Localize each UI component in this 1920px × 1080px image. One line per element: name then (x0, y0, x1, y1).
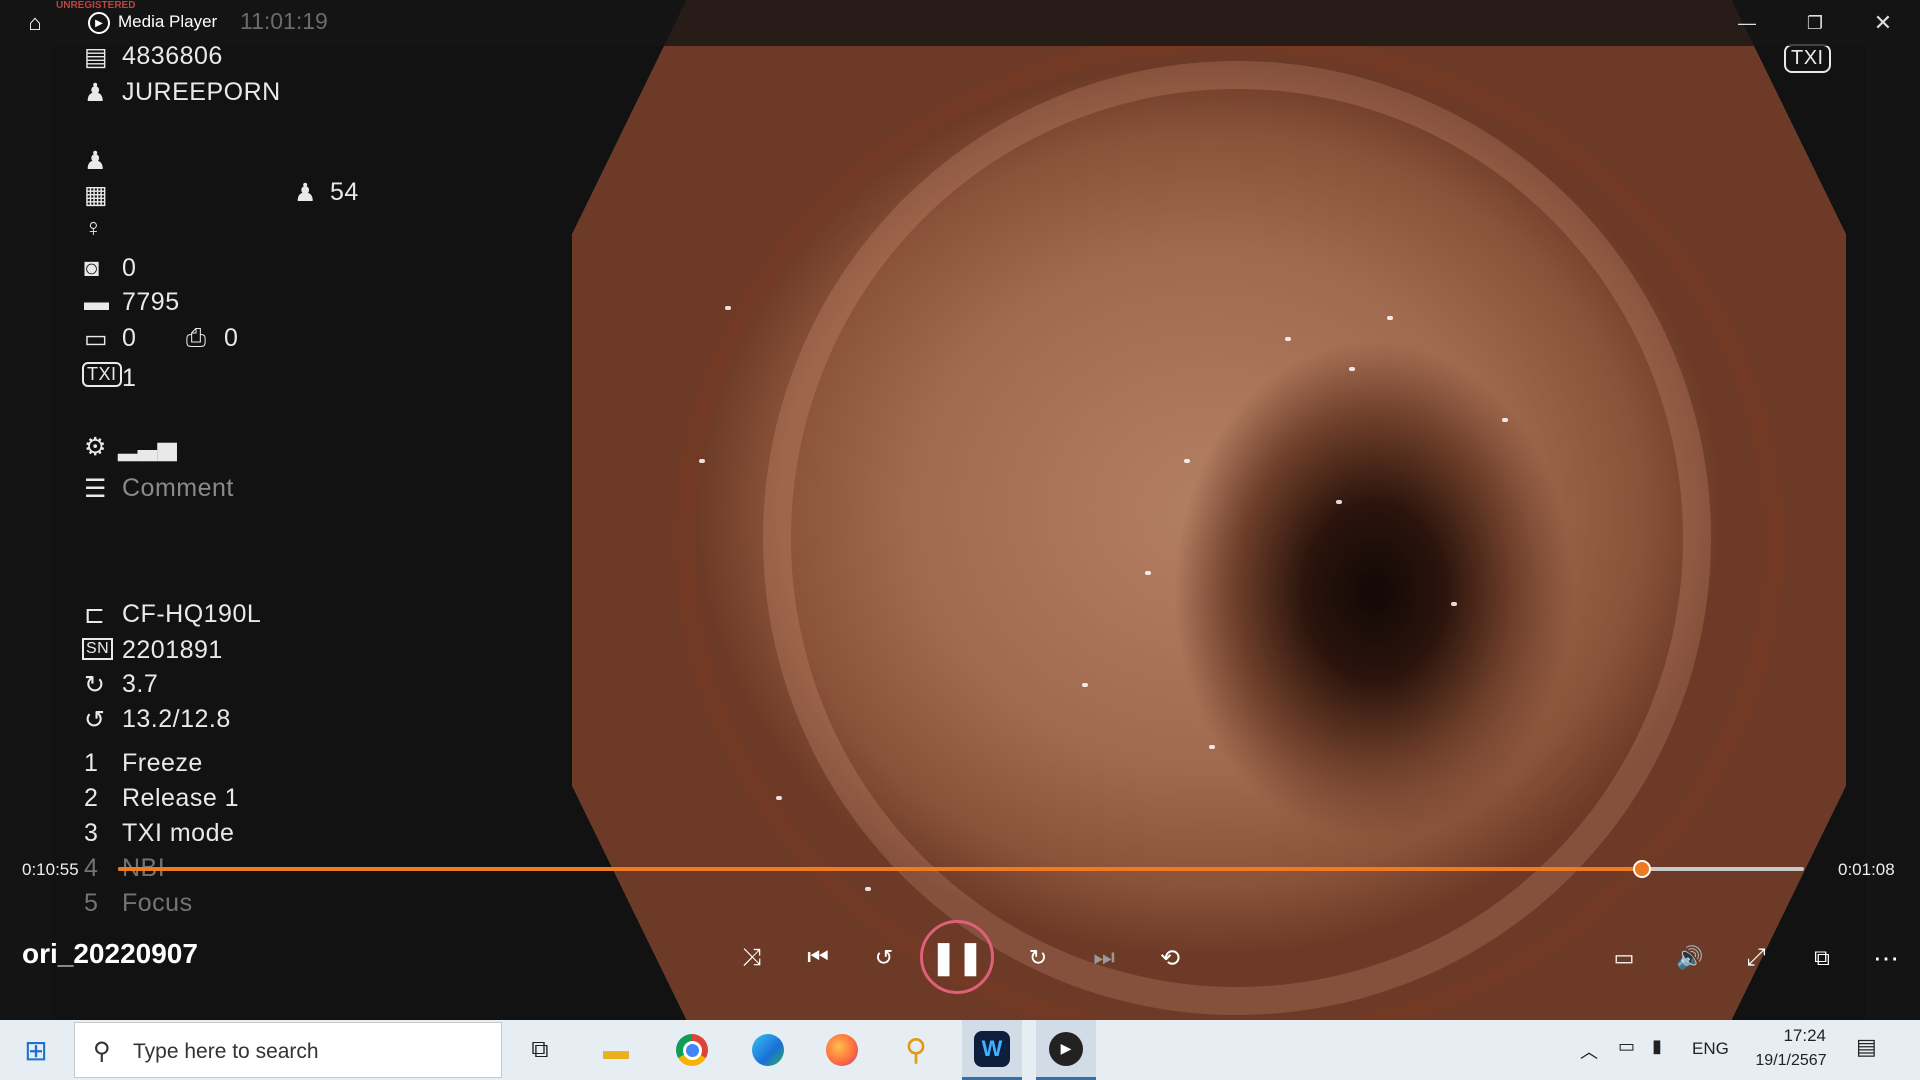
scope-model: CF-HQ190L (122, 600, 262, 628)
rewind-10-icon[interactable]: ↺ (864, 938, 904, 978)
fullscreen-icon[interactable]: ⤢ (1736, 938, 1776, 978)
forward-30-icon[interactable]: ↻ (1018, 938, 1058, 978)
comment-icon: ☰ (84, 475, 107, 503)
minimize-icon[interactable]: — (1724, 8, 1770, 38)
show-hidden-icons-icon[interactable]: ︿ (1580, 1038, 1598, 1064)
magnifier-app-icon[interactable]: ⚲ (886, 1020, 946, 1080)
txi-value: 1 (122, 364, 137, 392)
previous-icon[interactable]: ⏮ (798, 938, 838, 978)
network-icon[interactable]: ▭ (1618, 1036, 1635, 1057)
more-options-icon[interactable]: ⋯ (1866, 938, 1906, 978)
patient-id: 4836806 (122, 42, 223, 70)
sn-icon: SN (82, 638, 114, 660)
media-player-taskbar-icon[interactable]: ▶ (1036, 1020, 1096, 1080)
mini-player-icon[interactable]: ⧉ (1802, 938, 1842, 978)
cvp-count: 0 (224, 324, 239, 352)
taskbar: ⊞ ⚲ Type here to search ⧉ ▬ ⚲ W ▶ ︿ ▭ ▮ … (0, 1020, 1920, 1080)
screen-count: 0 (122, 324, 137, 352)
button-number: 4 (84, 854, 99, 882)
language-indicator[interactable]: ENG (1692, 1039, 1729, 1059)
elapsed-time: 0:10:55 (22, 860, 79, 879)
button-number: 3 (84, 819, 99, 847)
rotation-icon: ↻ (84, 671, 106, 699)
search-box[interactable]: ⚲ Type here to search (74, 1022, 502, 1078)
cvp-icon: ⎙ (186, 324, 207, 352)
button-number: 2 (84, 784, 99, 812)
edge-icon[interactable] (738, 1020, 798, 1080)
windows-start-icon[interactable]: ⊞ (6, 1020, 66, 1080)
button-number: 5 (84, 889, 99, 917)
txi-tag: TXI (1784, 44, 1831, 73)
button-label: TXI mode (122, 819, 235, 847)
clock-date[interactable]: 19/1/2567 (1746, 1052, 1836, 1070)
txi-icon: TXI (82, 362, 122, 387)
seek-bar[interactable] (118, 860, 1804, 878)
repeat-icon[interactable]: ⟲ (1150, 938, 1190, 978)
pause-button[interactable]: ❚❚ (920, 920, 994, 994)
battery-status-icon[interactable]: ▮ (1652, 1036, 1662, 1057)
file-name: ori_20220907 (22, 938, 198, 969)
firefox-icon[interactable] (812, 1020, 872, 1080)
shuffle-icon[interactable]: ⤨ (732, 938, 772, 978)
watermark: UNREGISTERED (56, 0, 136, 11)
ratio-value: 13.2/12.8 (122, 705, 231, 733)
screen-icon: ▭ (84, 325, 109, 353)
next-icon[interactable]: ⏭ (1084, 938, 1124, 978)
search-icon: ⚲ (93, 1038, 111, 1065)
age-person-icon: ♟ (294, 179, 317, 207)
gender-icon: ♀ (84, 214, 104, 242)
close-icon[interactable]: ✕ (1860, 8, 1906, 38)
doctor-icon: ♟ (84, 147, 107, 175)
button-number: 1 (84, 749, 99, 777)
person-icon: ♟ (84, 79, 107, 107)
serial-number: 2201891 (122, 636, 223, 664)
battery-value: 7795 (122, 288, 180, 316)
timestamp-text: 11:01:19 (240, 8, 328, 34)
settings-icon: ⚙ (84, 433, 107, 461)
restore-icon[interactable]: ❐ (1792, 8, 1838, 38)
remaining-time: 0:01:08 (1838, 860, 1895, 879)
clock-time[interactable]: 17:24 (1750, 1026, 1826, 1046)
search-placeholder: Type here to search (133, 1040, 319, 1063)
rotation-value: 3.7 (122, 670, 159, 698)
camera-icon: ◙ (84, 254, 100, 282)
patient-name: JUREEPORN (122, 78, 281, 106)
home-icon[interactable]: ⌂ (20, 8, 50, 38)
button-label: Release 1 (122, 784, 240, 812)
media-player-logo-icon: ▶ (88, 12, 110, 34)
file-explorer-icon[interactable]: ▬ (586, 1020, 646, 1080)
signal-icon: ▂▃▅ (118, 433, 178, 461)
subtitles-icon[interactable]: ▭ (1604, 938, 1644, 978)
camera-count: 0 (122, 254, 137, 282)
scope-icon: ⊏ (84, 601, 106, 629)
app-title: Media Player (118, 12, 218, 31)
comment-field[interactable]: Comment (122, 474, 234, 503)
patient-age: 54 (330, 178, 359, 206)
webex-icon[interactable]: W (962, 1020, 1022, 1080)
title-bar[interactable]: ⌂ UNREGISTERED ▶ Media Player 11:01:19 —… (0, 0, 1920, 46)
chrome-icon[interactable] (662, 1020, 722, 1080)
task-view-icon[interactable]: ⧉ (510, 1020, 570, 1080)
notifications-icon[interactable]: ▤ (1856, 1034, 1877, 1060)
volume-icon[interactable]: 🔊 (1670, 938, 1710, 978)
battery-icon: ▬ (84, 288, 110, 316)
seek-progress (118, 867, 1643, 871)
patient-id-icon: ▤ (84, 43, 109, 71)
button-label: Focus (122, 889, 193, 917)
button-label: Freeze (122, 749, 203, 777)
calendar-icon: ▦ (84, 181, 109, 209)
ratio-icon: ↺ (84, 706, 106, 734)
